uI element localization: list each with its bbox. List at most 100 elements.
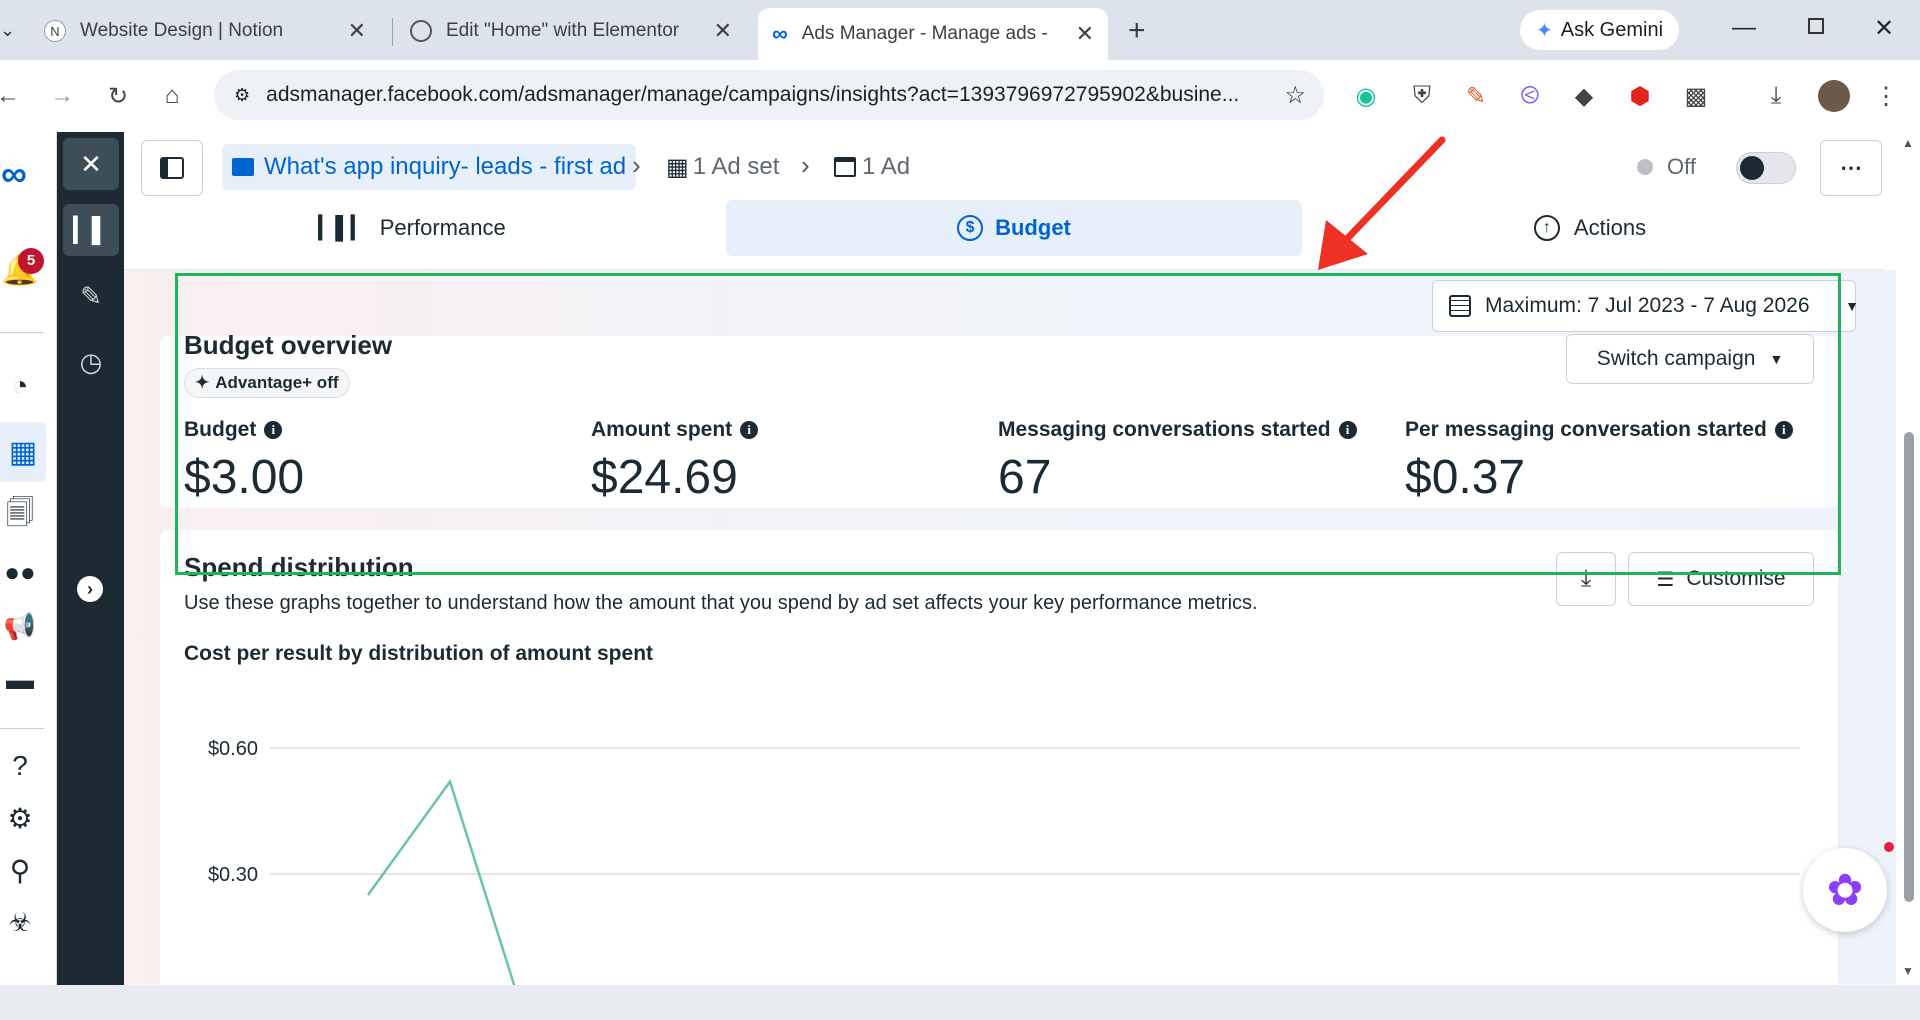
- caret-down-icon: ▼: [1845, 298, 1859, 314]
- campaigns-table-icon[interactable]: ▦: [0, 422, 46, 482]
- url-text: adsmanager.facebook.com/adsmanager/manag…: [266, 83, 1240, 106]
- campaign-on-off-toggle[interactable]: [1736, 152, 1796, 184]
- adset-label: 1 Ad set: [692, 153, 780, 180]
- ad-label: 1 Ad: [862, 153, 911, 180]
- insights-tabs: ▎▌▎ Performance $ Budget ↑ Actions: [124, 200, 1884, 270]
- search-icon[interactable]: ⚲: [4, 854, 36, 886]
- bookmark-star-icon[interactable]: ☆: [1284, 81, 1306, 110]
- spend-distribution-description: Use these graphs together to understand …: [184, 592, 1258, 614]
- tab-elementor[interactable]: Edit "Home" with Elementor ✕: [396, 10, 746, 52]
- breadcrumb-ad[interactable]: 1 Ad: [834, 144, 910, 190]
- browser-toolbar: ← → ↻ ⌂ ⚙ adsmanager.facebook.com/adsman…: [0, 60, 1920, 132]
- assistant-floating-button[interactable]: ✿: [1803, 848, 1887, 932]
- tab-search-chevron-icon[interactable]: ⌄: [0, 20, 15, 41]
- broadcast-extension-icon[interactable]: ⧀: [1514, 80, 1546, 112]
- status-dot-icon: [1637, 159, 1653, 175]
- series-line: [366, 778, 521, 1000]
- browser-tab-strip: ⌄ N Website Design | Notion ✕ Edit "Home…: [0, 0, 1920, 60]
- shield-extension-icon[interactable]: ⛨: [1406, 80, 1438, 112]
- adset-grid-icon: ▦: [666, 153, 689, 181]
- breadcrumb-bar: What's app inquiry- leads - first ad › ▦…: [124, 132, 1884, 200]
- reload-icon[interactable]: ↻: [102, 80, 134, 112]
- minimize-icon[interactable]: —: [1732, 14, 1756, 42]
- page-scrollbar[interactable]: ▲ ▼: [1896, 132, 1920, 985]
- globe-icon: [410, 20, 432, 42]
- highlight-box: [175, 273, 1841, 575]
- ask-gemini-button[interactable]: ✦ Ask Gemini: [1520, 10, 1680, 50]
- mask-extension-icon[interactable]: ◆: [1568, 80, 1600, 112]
- bar-chart-icon[interactable]: ▎▌: [63, 204, 119, 256]
- expand-chevron-icon[interactable]: ›: [77, 576, 103, 602]
- grammarly-extension-icon[interactable]: ◉: [1350, 80, 1382, 112]
- site-settings-icon[interactable]: ⚙: [234, 85, 250, 106]
- address-bar[interactable]: ⚙ adsmanager.facebook.com/adsmanager/man…: [214, 70, 1324, 120]
- close-icon[interactable]: ✕: [714, 18, 732, 44]
- megaphone-icon[interactable]: 📢: [4, 610, 36, 642]
- meta-logo-icon: ∞: [772, 21, 788, 46]
- toggle-panel-button[interactable]: [141, 140, 203, 196]
- forward-icon[interactable]: →: [46, 80, 78, 112]
- folder-icon: [232, 158, 254, 176]
- detail-side-nav: ✕ ▎▌ ✎ ◷ ›: [57, 132, 124, 985]
- close-window-icon[interactable]: ✕: [1874, 14, 1894, 43]
- tab-ads-manager[interactable]: ∞ Ads Manager - Manage ads - C ✕: [758, 8, 1108, 60]
- back-icon[interactable]: ←: [0, 80, 24, 112]
- scroll-thumb[interactable]: [1904, 432, 1914, 902]
- campaign-name: What's app inquiry- leads - first ad: [264, 153, 627, 180]
- breadcrumb-adset[interactable]: ▦ 1 Ad set: [666, 144, 779, 190]
- window-bottom-strip: [0, 985, 1920, 1020]
- pen-extension-icon[interactable]: ✎: [1460, 80, 1492, 112]
- download-icon[interactable]: ⤓: [1760, 80, 1792, 112]
- gemini-sparkle-icon: ✦: [1536, 19, 1553, 42]
- help-icon[interactable]: ?: [4, 750, 36, 782]
- tab-title: Website Design | Notion: [80, 20, 284, 41]
- meta-logo-icon[interactable]: ∞: [0, 153, 30, 194]
- close-icon[interactable]: ✕: [1076, 21, 1094, 47]
- flower-petal-icon: ✿: [1826, 865, 1864, 915]
- tab-performance[interactable]: ▎▌▎ Performance: [124, 200, 700, 256]
- dashboard-gauge-icon[interactable]: ◔: [4, 370, 36, 402]
- close-icon[interactable]: ✕: [348, 18, 366, 44]
- toggle-knob: [1740, 156, 1764, 180]
- tab-label: Actions: [1573, 215, 1647, 240]
- adblock-extension-icon[interactable]: ⬢: [1624, 80, 1656, 112]
- scroll-down-arrow-icon[interactable]: ▼: [1902, 964, 1914, 978]
- cost-per-result-chart: $0.60 $0.30: [208, 738, 1800, 1000]
- notification-badge: 5: [18, 248, 44, 274]
- notion-icon: N: [44, 20, 66, 42]
- status-dot-icon: [1884, 842, 1894, 852]
- chevron-right-icon: ›: [632, 150, 641, 180]
- tab-title: Edit "Home" with Elementor: [446, 20, 680, 41]
- pages-icon[interactable]: 🗐: [4, 497, 36, 532]
- restore-icon[interactable]: [1808, 18, 1824, 34]
- panel-layout-icon: [160, 157, 184, 179]
- menu-kebab-icon[interactable]: ⋮: [1870, 80, 1902, 112]
- tab-label: Budget: [995, 215, 1071, 240]
- spend-distribution-card: Spend distribution Use these graphs toge…: [160, 530, 1838, 1000]
- bug-report-icon[interactable]: ☣: [4, 906, 36, 938]
- home-icon[interactable]: ⌂: [156, 80, 188, 112]
- scroll-up-arrow-icon[interactable]: ▲: [1902, 136, 1914, 150]
- profile-avatar[interactable]: [1818, 80, 1850, 112]
- tab-notion[interactable]: N Website Design | Notion ✕: [30, 10, 380, 52]
- rail-divider: [0, 332, 44, 333]
- puzzle-extensions-icon[interactable]: ▩: [1680, 80, 1712, 112]
- tab-label: Performance: [379, 215, 506, 240]
- annotation-arrow: [1318, 136, 1446, 270]
- history-clock-icon[interactable]: ◷: [63, 336, 119, 388]
- rail-divider: [0, 728, 44, 729]
- billing-card-icon[interactable]: ▬: [4, 664, 36, 696]
- tab-divider: [392, 18, 393, 46]
- ads-manager-app: ∞ 🔔 5 ◔ ▦ 🗐 ●● 📢 ▬ ? ⚙ ⚲ ☣ ✕ ▎▌ ✎ ◷ › Wh…: [0, 132, 1920, 1000]
- close-icon[interactable]: ✕: [63, 138, 119, 190]
- edit-pencil-icon[interactable]: ✎: [63, 270, 119, 322]
- new-tab-button[interactable]: +: [1128, 14, 1146, 48]
- audiences-icon[interactable]: ●●: [4, 556, 36, 588]
- breadcrumb-campaign[interactable]: What's app inquiry- leads - first ad: [222, 144, 637, 190]
- tab-budget[interactable]: $ Budget: [726, 200, 1302, 256]
- status-text: Off: [1667, 154, 1696, 179]
- y-tick-label: $0.60: [208, 738, 258, 760]
- dollar-circle-icon: $: [957, 215, 984, 241]
- settings-gear-icon[interactable]: ⚙: [4, 802, 36, 834]
- more-options-button[interactable]: ⋯: [1820, 140, 1882, 196]
